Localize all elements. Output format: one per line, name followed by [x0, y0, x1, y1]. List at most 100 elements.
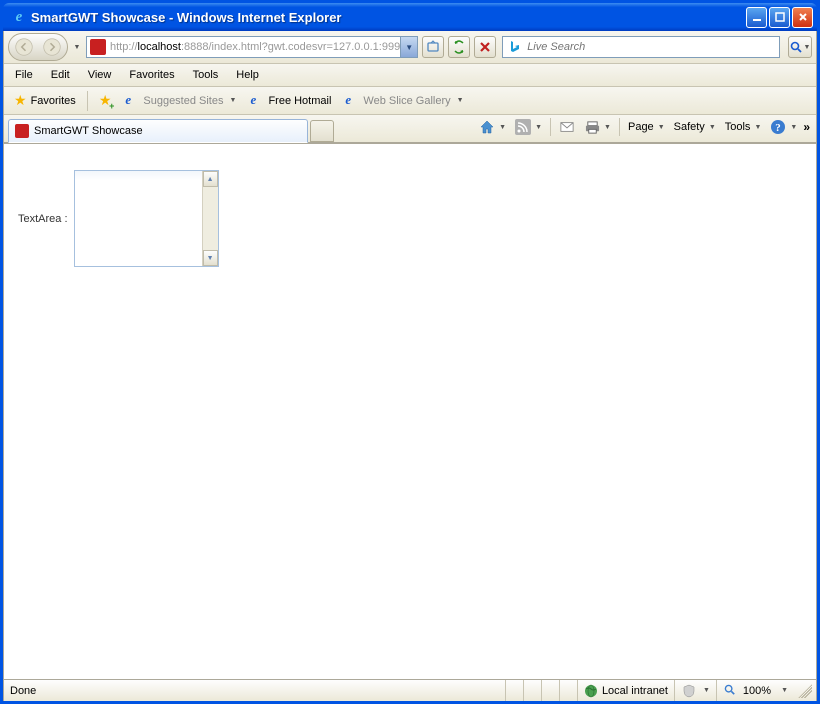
- web-slice-link[interactable]: Web Slice Gallery ▼: [339, 92, 469, 110]
- security-zone[interactable]: Local intranet: [577, 680, 674, 701]
- browser-chrome: ▼ http://localhost:8888/index.html?gwt.c…: [3, 31, 817, 701]
- compat-view-button[interactable]: [422, 36, 444, 58]
- suggested-label: Suggested Sites: [143, 95, 223, 107]
- help-button[interactable]: ? ▼: [767, 117, 800, 137]
- rss-icon: [515, 119, 531, 135]
- status-pane-4: [559, 680, 577, 701]
- star-plus-icon: ★+: [99, 92, 112, 109]
- read-mail-button[interactable]: [556, 117, 578, 137]
- ie-page-icon: [250, 94, 264, 108]
- chevron-down-icon: ▼: [604, 124, 611, 131]
- url-text: http://localhost:8888/index.html?gwt.cod…: [109, 41, 400, 53]
- safety-menu[interactable]: Safety ▼: [671, 119, 719, 135]
- chevron-down-icon: ▼: [230, 97, 237, 104]
- titlebar: e SmartGWT Showcase - Windows Internet E…: [3, 3, 817, 31]
- status-pane-1: [505, 680, 523, 701]
- url-host: localhost: [138, 41, 181, 53]
- page-content: TextArea : ▲ ▼: [4, 143, 816, 679]
- url-scheme: http://: [110, 41, 138, 53]
- bing-icon: [507, 39, 523, 55]
- forward-button[interactable]: [38, 35, 66, 59]
- tools-label: Tools: [725, 121, 751, 133]
- menu-file[interactable]: File: [6, 66, 42, 84]
- nav-arrows: [8, 33, 68, 61]
- menu-tools[interactable]: Tools: [184, 66, 228, 84]
- tab-active[interactable]: SmartGWT Showcase: [8, 119, 308, 143]
- svg-text:?: ?: [776, 122, 782, 134]
- nav-history-dropdown[interactable]: ▼: [72, 44, 82, 51]
- back-button[interactable]: [10, 35, 38, 59]
- nav-bar: ▼ http://localhost:8888/index.html?gwt.c…: [4, 31, 816, 64]
- ie-page-icon: [345, 94, 359, 108]
- overflow-chevron[interactable]: »: [803, 120, 810, 134]
- status-pane-2: [523, 680, 541, 701]
- separator: [550, 118, 551, 136]
- close-button[interactable]: [792, 7, 813, 28]
- chevron-down-icon: ▼: [658, 124, 665, 131]
- page-label: Page: [628, 121, 654, 133]
- new-tab-button[interactable]: [310, 120, 334, 142]
- menu-bar: File Edit View Favorites Tools Help: [4, 64, 816, 87]
- resize-grip[interactable]: [798, 684, 812, 698]
- star-icon: ★: [14, 92, 27, 109]
- stop-button[interactable]: [474, 36, 496, 58]
- page-menu[interactable]: Page ▼: [625, 119, 668, 135]
- ie-window: e SmartGWT Showcase - Windows Internet E…: [0, 0, 820, 704]
- address-bar[interactable]: http://localhost:8888/index.html?gwt.cod…: [86, 36, 418, 58]
- print-icon: [584, 119, 600, 135]
- ie-logo-icon: e: [11, 9, 27, 25]
- globe-icon: [584, 684, 598, 698]
- minimize-button[interactable]: [746, 7, 767, 28]
- feeds-button[interactable]: ▼: [512, 117, 545, 137]
- zoom-icon: [723, 683, 739, 699]
- site-icon: [90, 39, 106, 55]
- refresh-button[interactable]: [448, 36, 470, 58]
- textarea-label: TextArea :: [18, 213, 68, 225]
- textarea-field[interactable]: ▲ ▼: [74, 170, 219, 267]
- textarea-inner[interactable]: [75, 171, 202, 266]
- home-button[interactable]: ▼: [476, 117, 509, 137]
- menu-favorites[interactable]: Favorites: [120, 66, 183, 84]
- menu-edit[interactable]: Edit: [42, 66, 79, 84]
- favorites-bar: ★ Favorites ★+ Suggested Sites ▼ Free Ho…: [4, 87, 816, 115]
- window-controls: [746, 7, 813, 28]
- separator: [87, 91, 88, 111]
- menu-help[interactable]: Help: [227, 66, 268, 84]
- chevron-down-icon: ▼: [457, 97, 464, 104]
- webslice-label: Web Slice Gallery: [363, 95, 450, 107]
- status-text: Done: [8, 685, 505, 697]
- scroll-up-button[interactable]: ▲: [203, 171, 218, 187]
- safety-label: Safety: [674, 121, 705, 133]
- maximize-button[interactable]: [769, 7, 790, 28]
- suggested-sites-link[interactable]: Suggested Sites ▼: [119, 92, 242, 110]
- scroll-down-button[interactable]: ▼: [203, 250, 218, 266]
- zoom-control[interactable]: 100% ▼: [716, 680, 794, 701]
- chevron-down-icon: ▼: [709, 124, 716, 131]
- tools-menu[interactable]: Tools ▼: [722, 119, 765, 135]
- status-panes: Local intranet ▼ 100% ▼: [505, 680, 812, 701]
- address-dropdown[interactable]: ▼: [400, 37, 417, 57]
- textarea-scrollbar[interactable]: ▲ ▼: [202, 171, 218, 266]
- home-icon: [479, 119, 495, 135]
- menu-view[interactable]: View: [79, 66, 121, 84]
- help-icon: ?: [770, 119, 786, 135]
- protected-mode[interactable]: ▼: [674, 680, 716, 701]
- chevron-down-icon: ▼: [790, 124, 797, 131]
- add-favorite-button[interactable]: ★+: [93, 90, 118, 111]
- favorites-button[interactable]: ★ Favorites: [8, 90, 82, 111]
- tab-favicon: [15, 124, 29, 138]
- search-button[interactable]: ▼: [788, 36, 812, 58]
- zone-label: Local intranet: [602, 685, 668, 697]
- status-pane-3: [541, 680, 559, 701]
- search-box[interactable]: [502, 36, 780, 58]
- mail-icon: [559, 119, 575, 135]
- search-input[interactable]: [527, 41, 779, 53]
- ie-page-icon: [125, 94, 139, 108]
- chevron-down-icon: ▼: [535, 124, 542, 131]
- tab-bar: SmartGWT Showcase ▼ ▼: [4, 115, 816, 143]
- chevron-down-icon: ▼: [499, 124, 506, 131]
- free-hotmail-link[interactable]: Free Hotmail: [244, 92, 337, 110]
- print-button[interactable]: ▼: [581, 117, 614, 137]
- hotmail-label: Free Hotmail: [268, 95, 331, 107]
- window-title: SmartGWT Showcase - Windows Internet Exp…: [31, 10, 746, 25]
